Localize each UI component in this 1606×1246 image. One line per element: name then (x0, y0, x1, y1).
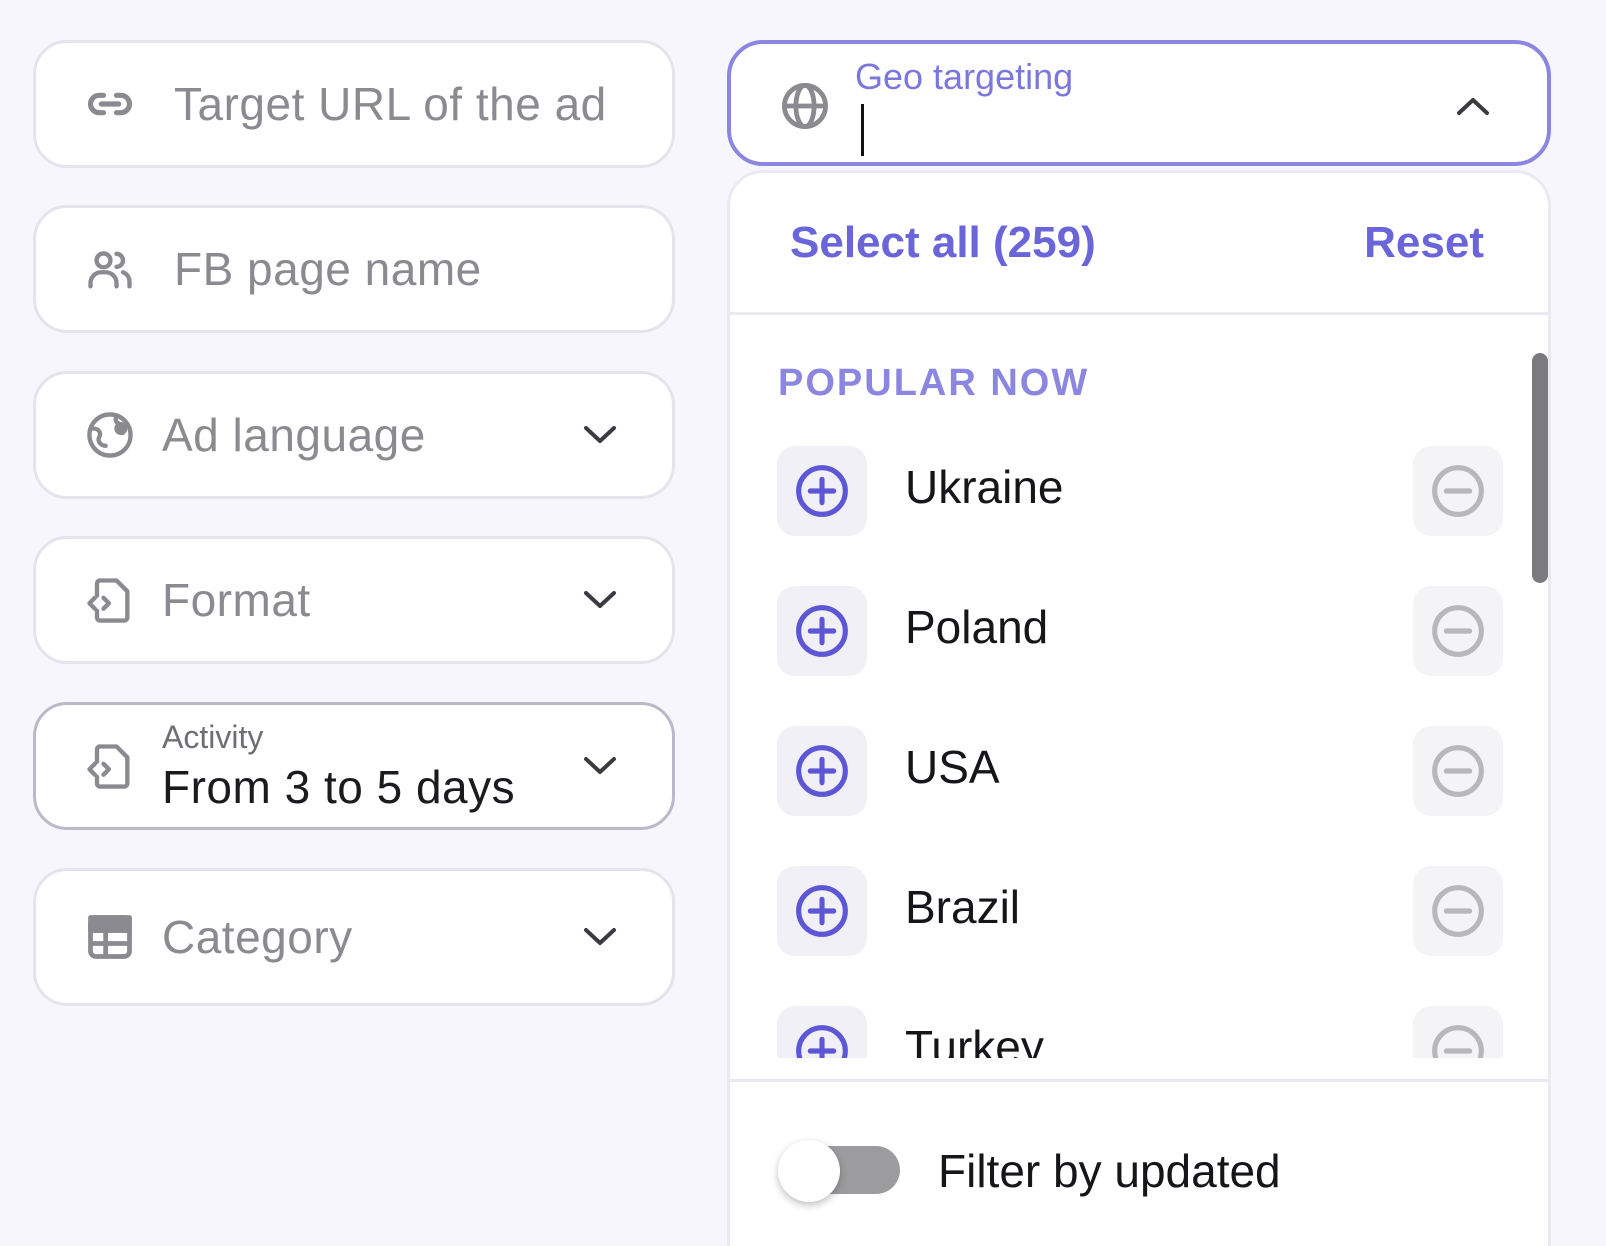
target-url-placeholder: Target URL of the ad (174, 78, 607, 130)
toggle-knob (778, 1140, 840, 1202)
scrollbar-thumb[interactable] (1532, 353, 1548, 583)
dropdown-header: Select all (259) Reset (730, 173, 1548, 315)
minus-circle-icon (1432, 1025, 1484, 1058)
category-placeholder: Category (162, 911, 353, 963)
country-name: Ukraine (905, 461, 1064, 513)
grid-icon (84, 911, 136, 963)
minus-circle-icon (1432, 465, 1484, 517)
filter-by-updated-label: Filter by updated (938, 1145, 1281, 1197)
list-item: Poland (777, 586, 1503, 676)
file-code-icon (84, 574, 136, 626)
geo-targeting-input[interactable]: Geo targeting (727, 40, 1551, 166)
plus-circle-icon (796, 605, 848, 657)
category-select[interactable]: Category (33, 868, 675, 1006)
exclude-button[interactable] (1413, 586, 1503, 676)
list-item: Ukraine (777, 446, 1503, 536)
exclude-button[interactable] (1413, 726, 1503, 816)
activity-label-group: Activity From 3 to 5 days (162, 719, 515, 814)
include-button[interactable] (777, 446, 867, 536)
country-list[interactable]: POPULAR NOW Ukraine Poland USA Brazil Tu… (730, 318, 1548, 1058)
exclude-button[interactable] (1413, 1006, 1503, 1058)
format-select[interactable]: Format (33, 536, 675, 664)
chevron-down-icon (584, 928, 616, 945)
include-button[interactable] (777, 726, 867, 816)
include-button[interactable] (777, 866, 867, 956)
geo-targeting-label: Geo targeting (855, 56, 1074, 97)
globe-icon (782, 83, 828, 129)
chevron-down-icon (584, 757, 616, 774)
include-button[interactable] (777, 1006, 867, 1058)
activity-label: Activity (162, 718, 264, 755)
include-button[interactable] (777, 586, 867, 676)
plus-circle-icon (796, 465, 848, 517)
minus-circle-icon (1432, 745, 1484, 797)
format-placeholder: Format (162, 574, 311, 626)
plus-circle-icon (796, 885, 848, 937)
filter-by-updated-toggle[interactable] (778, 1140, 900, 1202)
activity-select[interactable]: Activity From 3 to 5 days (33, 702, 675, 830)
fb-page-name-placeholder: FB page name (174, 243, 482, 295)
file-code-icon (84, 740, 136, 792)
section-title: POPULAR NOW (778, 362, 1090, 404)
country-name: Poland (905, 601, 1049, 653)
plus-circle-icon (796, 745, 848, 797)
exclude-button[interactable] (1413, 866, 1503, 956)
chevron-up-icon[interactable] (1455, 94, 1491, 118)
select-all-button[interactable]: Select all (259) (790, 218, 1096, 268)
link-icon (84, 78, 136, 130)
exclude-button[interactable] (1413, 446, 1503, 536)
fb-page-name-field[interactable]: FB page name (33, 205, 675, 333)
country-name: Brazil (905, 881, 1021, 933)
minus-circle-icon (1432, 605, 1484, 657)
chevron-down-icon (584, 426, 616, 443)
chevron-down-icon (584, 591, 616, 608)
plus-circle-icon (796, 1025, 848, 1058)
minus-circle-icon (1432, 885, 1484, 937)
text-cursor (861, 104, 864, 156)
list-item: USA (777, 726, 1503, 816)
dropdown-footer: Filter by updated (730, 1079, 1548, 1246)
ad-language-placeholder: Ad language (162, 409, 426, 461)
globe-language-icon (84, 409, 136, 461)
list-item: Turkey (777, 1006, 1503, 1058)
activity-value: From 3 to 5 days (162, 760, 516, 813)
country-name: Turkey (905, 1021, 1044, 1058)
users-icon (84, 243, 136, 295)
reset-button[interactable]: Reset (1364, 218, 1484, 268)
target-url-field[interactable]: Target URL of the ad (33, 40, 675, 168)
list-item: Brazil (777, 866, 1503, 956)
ad-language-select[interactable]: Ad language (33, 371, 675, 499)
country-name: USA (905, 741, 1000, 793)
geo-dropdown-panel: Select all (259) Reset POPULAR NOW Ukrai… (727, 170, 1551, 1246)
